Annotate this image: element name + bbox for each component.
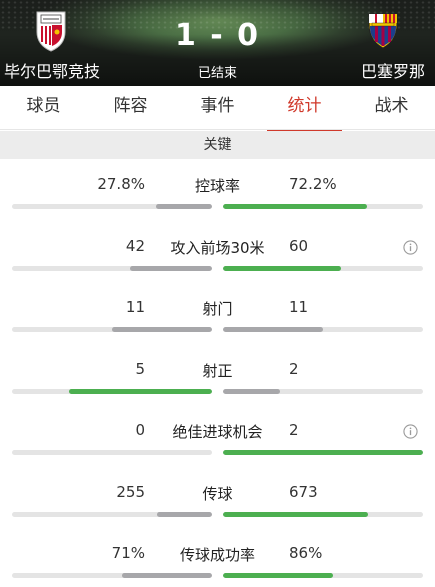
stat-away-value: 72.2% (289, 175, 337, 193)
stat-away-bar-track (223, 511, 423, 517)
stat-away-value: 2 (289, 421, 299, 439)
match-header: 毕尔巴鄂竞技 1 - 0 已结束 巴塞罗那 (0, 0, 435, 86)
match-score: 1 - 0 (174, 18, 261, 53)
stat-label: 攻入前场30米 (170, 238, 265, 257)
stat-away-bar-fill (223, 265, 341, 271)
stat-away-bar-fill (223, 450, 423, 455)
stat-away-value: 11 (289, 298, 309, 316)
stat-row: 71% 传球成功率 86% (0, 528, 435, 587)
stat-away-bar-track (223, 450, 423, 455)
stat-row: 27.8% 控球率 72.2% (0, 159, 435, 221)
stat-away-bar-track (223, 265, 423, 271)
stat-home-bar-fill (69, 388, 212, 394)
section-header-key: 关键 (0, 131, 435, 159)
tab-bar: 球员 阵容 事件 统计 战术 (0, 86, 435, 132)
info-icon[interactable] (403, 239, 418, 255)
stat-away-value: 2 (289, 359, 299, 378)
stat-home-bar-track (12, 327, 212, 332)
stats-list: 27.8% 控球率 72.2% 42 攻入前场30米 60 11 射门 11 5 射正 2 0 绝佳进球机… (0, 159, 435, 587)
stat-home-bar-track (12, 511, 212, 517)
stat-away-bar-fill (223, 204, 368, 209)
stat-home-bar-fill (122, 573, 212, 578)
stat-row: 255 传球 673 (0, 467, 435, 529)
stat-row: 11 射门 11 (0, 282, 435, 344)
away-team-name[interactable]: 巴塞罗那 (361, 58, 425, 82)
info-icon[interactable] (403, 424, 418, 439)
tab-lineup[interactable]: 阵容 (87, 86, 174, 129)
stat-away-bar-track (223, 573, 423, 578)
stat-away-value: 673 (289, 482, 318, 501)
tab-tactics[interactable]: 战术 (348, 86, 435, 129)
tab-players[interactable]: 球员 (0, 86, 87, 129)
stat-away-value: 60 (289, 236, 309, 255)
stat-home-bar-track (12, 388, 212, 394)
stat-label: 射门 (202, 300, 233, 318)
stat-away-bar-fill (223, 511, 368, 517)
stat-row: 5 射正 2 (0, 344, 435, 406)
stat-away-bar-track (223, 204, 423, 209)
stat-away-bar-track (223, 388, 423, 394)
stat-home-bar-fill (130, 265, 212, 271)
stat-home-bar-track (12, 204, 212, 209)
stat-label: 控球率 (194, 177, 240, 195)
stat-row: 0 绝佳进球机会 2 (0, 405, 435, 467)
stat-label: 传球成功率 (179, 546, 255, 564)
stat-away-bar-track (223, 327, 423, 332)
stat-away-bar-fill (223, 388, 281, 394)
stat-home-bar-track (12, 573, 212, 578)
stat-home-bar-track (12, 450, 212, 455)
stat-away-bar-fill (223, 327, 323, 332)
stat-away-bar-fill (223, 573, 333, 578)
stat-home-bar-fill (157, 511, 212, 517)
stat-away-value: 86% (289, 544, 323, 562)
tab-events[interactable]: 事件 (174, 86, 261, 129)
tab-stats[interactable]: 统计 (261, 86, 348, 132)
stat-label: 传球 (202, 484, 233, 503)
stat-home-bar-fill (112, 327, 212, 332)
stat-row: 42 攻入前场30米 60 (0, 221, 435, 283)
stat-label: 绝佳进球机会 (172, 423, 263, 441)
stat-home-bar-track (12, 265, 212, 271)
stat-home-bar-fill (156, 204, 212, 209)
stat-label: 射正 (202, 361, 233, 380)
